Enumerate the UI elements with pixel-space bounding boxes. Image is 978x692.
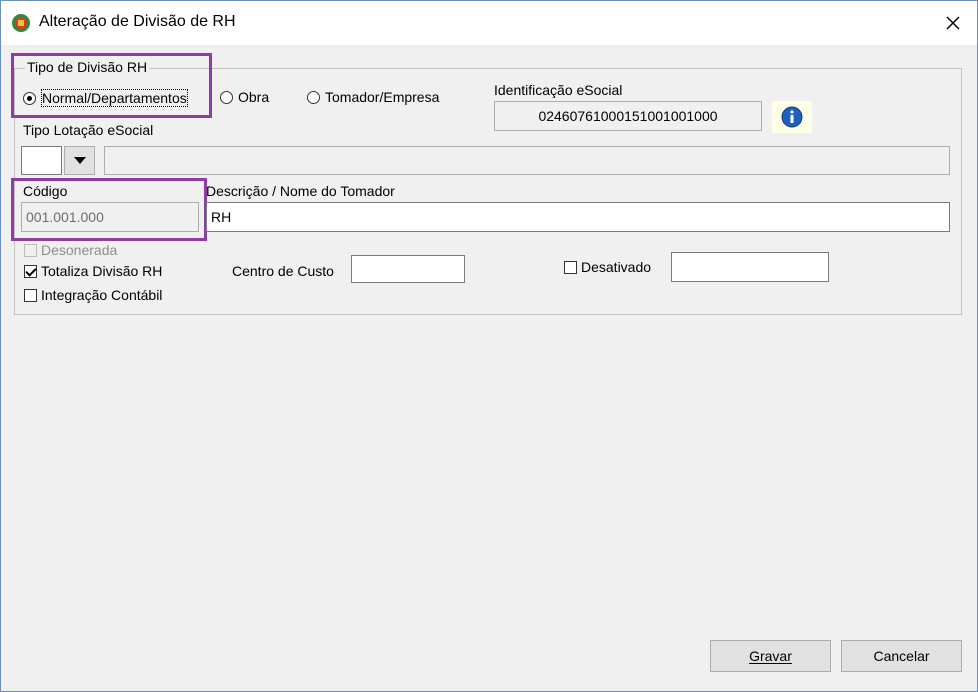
tipo-lotacao-dropdown-button[interactable] xyxy=(64,146,95,175)
centro-custo-input[interactable] xyxy=(351,255,465,283)
cancelar-button[interactable]: Cancelar xyxy=(841,640,962,672)
close-button[interactable] xyxy=(929,1,977,45)
desonerada-checkbox: Desonerada xyxy=(24,242,117,258)
descricao-value: RH xyxy=(211,209,232,225)
checkbox-box xyxy=(24,288,37,302)
tipo-lotacao-code-input[interactable] xyxy=(21,146,62,175)
dialog-window: Alteração de Divisão de RH Tipo de Divis… xyxy=(0,0,978,692)
tipo-lotacao-description-field xyxy=(104,146,950,175)
codigo-field: 001.001.000 xyxy=(21,202,199,232)
gravar-label: Gravar xyxy=(749,648,792,664)
integracao-contabil-checkbox[interactable]: Integração Contábil xyxy=(24,287,162,303)
esocial-id-field: 02460761000151001001000 xyxy=(494,101,762,131)
radio-label: Normal/Departamentos xyxy=(41,89,188,107)
integracao-label: Integração Contábil xyxy=(41,287,163,303)
descricao-label: Descrição / Nome do Tomador xyxy=(206,183,395,199)
codigo-value: 001.001.000 xyxy=(26,209,104,225)
chevron-down-icon xyxy=(73,156,86,164)
checkbox-box xyxy=(24,264,37,278)
totaliza-label: Totaliza Divisão RH xyxy=(41,263,163,279)
checkbox-box xyxy=(24,243,37,257)
totaliza-divisao-checkbox[interactable]: Totaliza Divisão RH xyxy=(24,263,162,279)
codigo-label: Código xyxy=(23,183,68,199)
cancelar-label: Cancelar xyxy=(873,648,930,664)
radio-label: Tomador/Empresa xyxy=(325,89,440,105)
esocial-id-value: 02460761000151001001000 xyxy=(538,108,718,124)
esocial-id-label: Identificação eSocial xyxy=(494,82,623,98)
checkbox-box xyxy=(564,260,577,274)
centro-custo-label: Centro de Custo xyxy=(232,263,334,279)
radio-label: Obra xyxy=(238,89,270,105)
desativado-input[interactable] xyxy=(671,252,829,282)
info-button[interactable] xyxy=(772,101,812,133)
radio-obra[interactable]: Obra xyxy=(220,89,269,105)
gravar-button[interactable]: Gravar xyxy=(710,640,831,672)
app-logo-icon xyxy=(12,14,30,32)
tipo-lotacao-label: Tipo Lotação eSocial xyxy=(23,122,154,138)
close-icon xyxy=(946,16,960,30)
radio-indicator xyxy=(220,90,233,104)
desativado-checkbox[interactable]: Desativado xyxy=(564,259,651,275)
radio-indicator xyxy=(23,91,36,105)
desonerada-label: Desonerada xyxy=(41,242,118,258)
radio-normal-departamentos[interactable]: Normal/Departamentos xyxy=(23,89,188,107)
window-title: Alteração de Divisão de RH xyxy=(39,13,236,30)
radio-tomador-empresa[interactable]: Tomador/Empresa xyxy=(307,89,439,105)
descricao-input[interactable]: RH xyxy=(206,202,950,232)
info-icon xyxy=(781,106,803,128)
title-bar: Alteração de Divisão de RH xyxy=(1,1,977,45)
radio-indicator xyxy=(307,90,320,104)
highlight-tipo-divisao xyxy=(11,53,212,118)
desativado-label: Desativado xyxy=(581,259,652,275)
